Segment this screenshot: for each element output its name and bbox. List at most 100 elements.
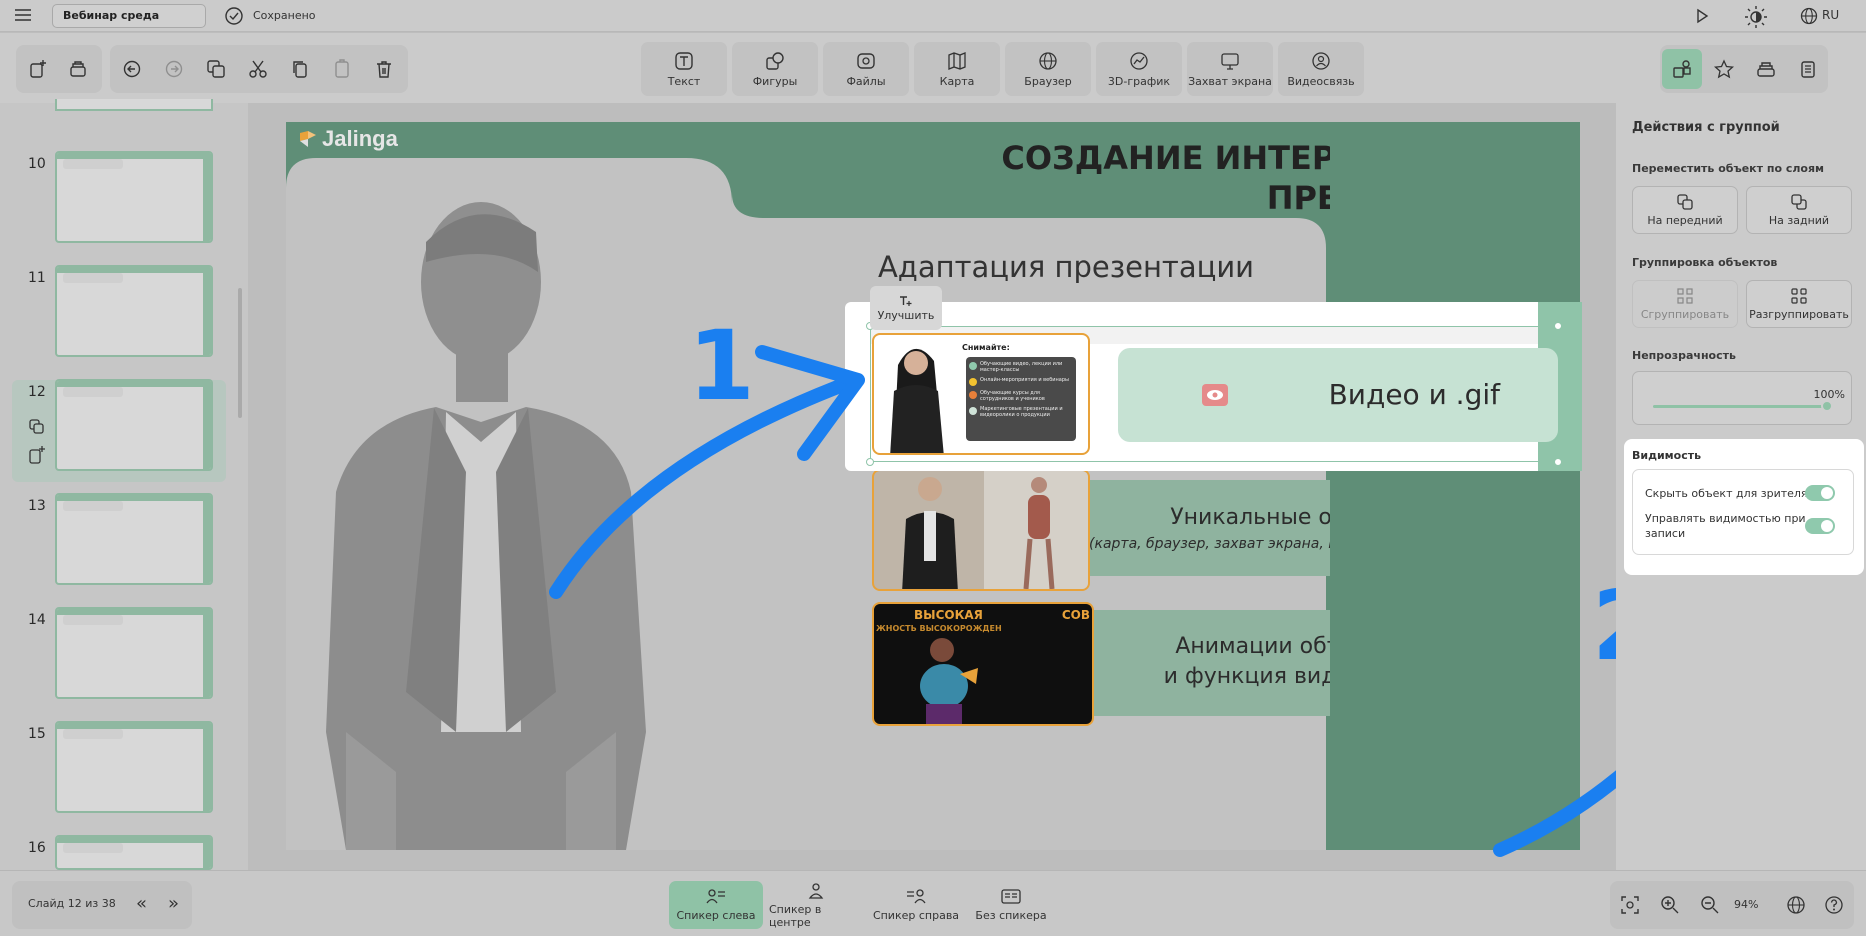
panel-title: Действия с группой <box>1632 120 1780 135</box>
tool-globe[interactable]: Браузер <box>1005 42 1091 96</box>
document-title[interactable]: Вебинар среда возмо... <box>52 4 206 44</box>
send-back-button[interactable]: На задний <box>1746 186 1852 234</box>
record-visibility-toggle[interactable] <box>1805 518 1835 534</box>
notes-icon[interactable] <box>1788 49 1828 89</box>
mode-speaker-left-button[interactable]: Спикер слева <box>669 881 763 929</box>
help-icon[interactable] <box>1824 895 1844 915</box>
menu-icon[interactable] <box>14 7 32 23</box>
slide-thumbnail-partial[interactable] <box>55 99 213 111</box>
tool-label: Видеосвязь <box>1287 74 1355 88</box>
tool-text[interactable]: Текст <box>641 42 727 96</box>
speaker-right-icon <box>906 888 926 906</box>
add-slide-icon[interactable] <box>18 49 58 89</box>
scissors-icon[interactable] <box>238 49 278 89</box>
toolbar: Текст Фигуры Файлы Карта Браузер 3D-график Зах… <box>0 33 1866 103</box>
ungroup-button[interactable]: Разгруппировать <box>1746 280 1852 328</box>
slides-scrollbar[interactable] <box>238 288 242 418</box>
text-magic-icon <box>900 295 912 306</box>
brightness-icon[interactable] <box>1744 5 1768 29</box>
hide-for-viewer-label: Скрыть объект для зрителя <box>1645 487 1808 500</box>
zoom-out-icon[interactable] <box>1700 895 1720 915</box>
slides-panel: 10 11 12 13 14 15 16 <box>0 99 248 870</box>
next-slide-button[interactable]: » <box>168 893 179 914</box>
send-back-label: На задний <box>1768 214 1830 227</box>
duplicate-slide-icon[interactable] <box>28 418 46 436</box>
card-video-gif[interactable]: Видео и .gif <box>1118 348 1558 442</box>
grid-globe-icon[interactable] <box>1786 895 1806 915</box>
slide-number: 13 <box>28 498 46 514</box>
bullet-dot-icon <box>969 362 977 370</box>
resize-handle-tr[interactable] <box>1554 322 1562 330</box>
thumb1-item-text: Обучающие видео, лекции или мастер-класс… <box>980 361 1063 373</box>
card1-title: Видео и .gif <box>1328 378 1500 411</box>
bullet-dot-icon <box>969 407 977 415</box>
language-selector[interactable]: RU <box>1822 8 1839 22</box>
group-button[interactable]: Сгруппировать <box>1632 280 1738 328</box>
globe-icon[interactable] <box>1800 7 1818 25</box>
play-icon[interactable] <box>1694 8 1710 24</box>
layers-icon[interactable] <box>58 49 98 89</box>
undo-icon[interactable] <box>112 49 152 89</box>
improve-button[interactable]: Улучшить <box>870 286 942 330</box>
tool-map[interactable]: Карта <box>914 42 1000 96</box>
copy-icon[interactable] <box>280 49 320 89</box>
zoom-value[interactable]: 94% <box>1734 898 1758 911</box>
hide-for-viewer-toggle[interactable] <box>1805 485 1835 501</box>
tool-label: 3D-график <box>1107 74 1171 88</box>
slide-thumbnail[interactable] <box>55 379 213 471</box>
slide-thumbnail[interactable] <box>55 265 213 357</box>
opacity-slider-thumb[interactable] <box>1821 400 1833 412</box>
thumb1-list-item: Онлайн-мероприятия и вебинары <box>969 377 1073 386</box>
trash-icon[interactable] <box>364 49 404 89</box>
thumb3-text3: ЖНОСТЬ ВЫСОКОРОЖДЕН <box>876 624 1002 633</box>
slide-thumbnail[interactable] <box>55 493 213 585</box>
slide-thumbnail[interactable] <box>55 721 213 813</box>
video-thumbnail-animation[interactable]: ВЫСОКАЯ СОВ ЖНОСТЬ ВЫСОКОРОЖДЕН <box>872 602 1094 726</box>
thumb1-list-item: Обучающие видео, лекции или мастер-класс… <box>969 361 1073 373</box>
shapes-icon <box>765 51 785 71</box>
slide-number: 10 <box>28 156 46 172</box>
slide[interactable]: Jalinga СОЗДАНИЕ ИНТЕРАКТИВНОЙ ПРЕЗЕНТАЦ… <box>286 122 1580 850</box>
fit-screen-icon[interactable] <box>1620 895 1640 915</box>
bring-front-button[interactable]: На передний <box>1632 186 1738 234</box>
panel-switcher <box>1660 45 1828 93</box>
zoom-controls: 94% <box>1610 881 1854 929</box>
add-slide-small-icon[interactable] <box>28 445 46 465</box>
bring-front-label: На передний <box>1647 214 1723 227</box>
paste-icon[interactable] <box>322 49 362 89</box>
slide-number: 16 <box>28 840 46 856</box>
slide-thumbnail[interactable] <box>55 835 213 870</box>
opacity-slider-track[interactable] <box>1653 405 1827 408</box>
resize-handle-br[interactable] <box>1554 458 1562 466</box>
tool-chart[interactable]: 3D-график <box>1096 42 1182 96</box>
redo-icon[interactable] <box>154 49 194 89</box>
globe-icon <box>1038 51 1058 71</box>
zoom-in-icon[interactable] <box>1660 895 1680 915</box>
mode-no-speaker-button[interactable]: Без спикера <box>964 881 1058 929</box>
duplicate-icon[interactable] <box>196 49 236 89</box>
mode-speaker-center-button[interactable]: Спикер в центре <box>769 881 863 929</box>
tool-video-call[interactable]: Видеосвязь <box>1278 42 1364 96</box>
slide-thumbnail[interactable] <box>55 151 213 243</box>
monitor-icon <box>1220 51 1240 71</box>
stack-icon[interactable] <box>1746 49 1786 89</box>
mode-label: Спикер слева <box>676 909 756 922</box>
tool-monitor[interactable]: Захват экрана <box>1187 42 1273 96</box>
thumb3-text1: ВЫСОКАЯ <box>914 608 983 622</box>
check-circle-icon <box>224 6 244 26</box>
thumb1-list-item: Маркетинговые презентации и видеоролики … <box>969 406 1073 418</box>
video-thumbnail-lecture[interactable]: Снимайте: Обучающие видео, лекции или ма… <box>872 333 1090 455</box>
tool-files[interactable]: Файлы <box>823 42 909 96</box>
video-call-icon <box>1311 51 1331 71</box>
slide-actions-group <box>16 45 102 93</box>
mode-speaker-right-button[interactable]: Спикер справа <box>869 881 963 929</box>
video-thumbnail-anatomy[interactable] <box>872 469 1090 591</box>
group-actions-icon[interactable] <box>1662 49 1702 89</box>
star-effects-icon[interactable] <box>1704 49 1744 89</box>
anatomy-figure-icon <box>1023 477 1055 589</box>
slide-thumbnail[interactable] <box>55 607 213 699</box>
top-bar: Вебинар среда возмо... Сохранено RU <box>0 0 1866 44</box>
woman-figure-icon <box>890 348 944 453</box>
prev-slide-button[interactable]: « <box>136 893 147 914</box>
tool-shapes[interactable]: Фигуры <box>732 42 818 96</box>
